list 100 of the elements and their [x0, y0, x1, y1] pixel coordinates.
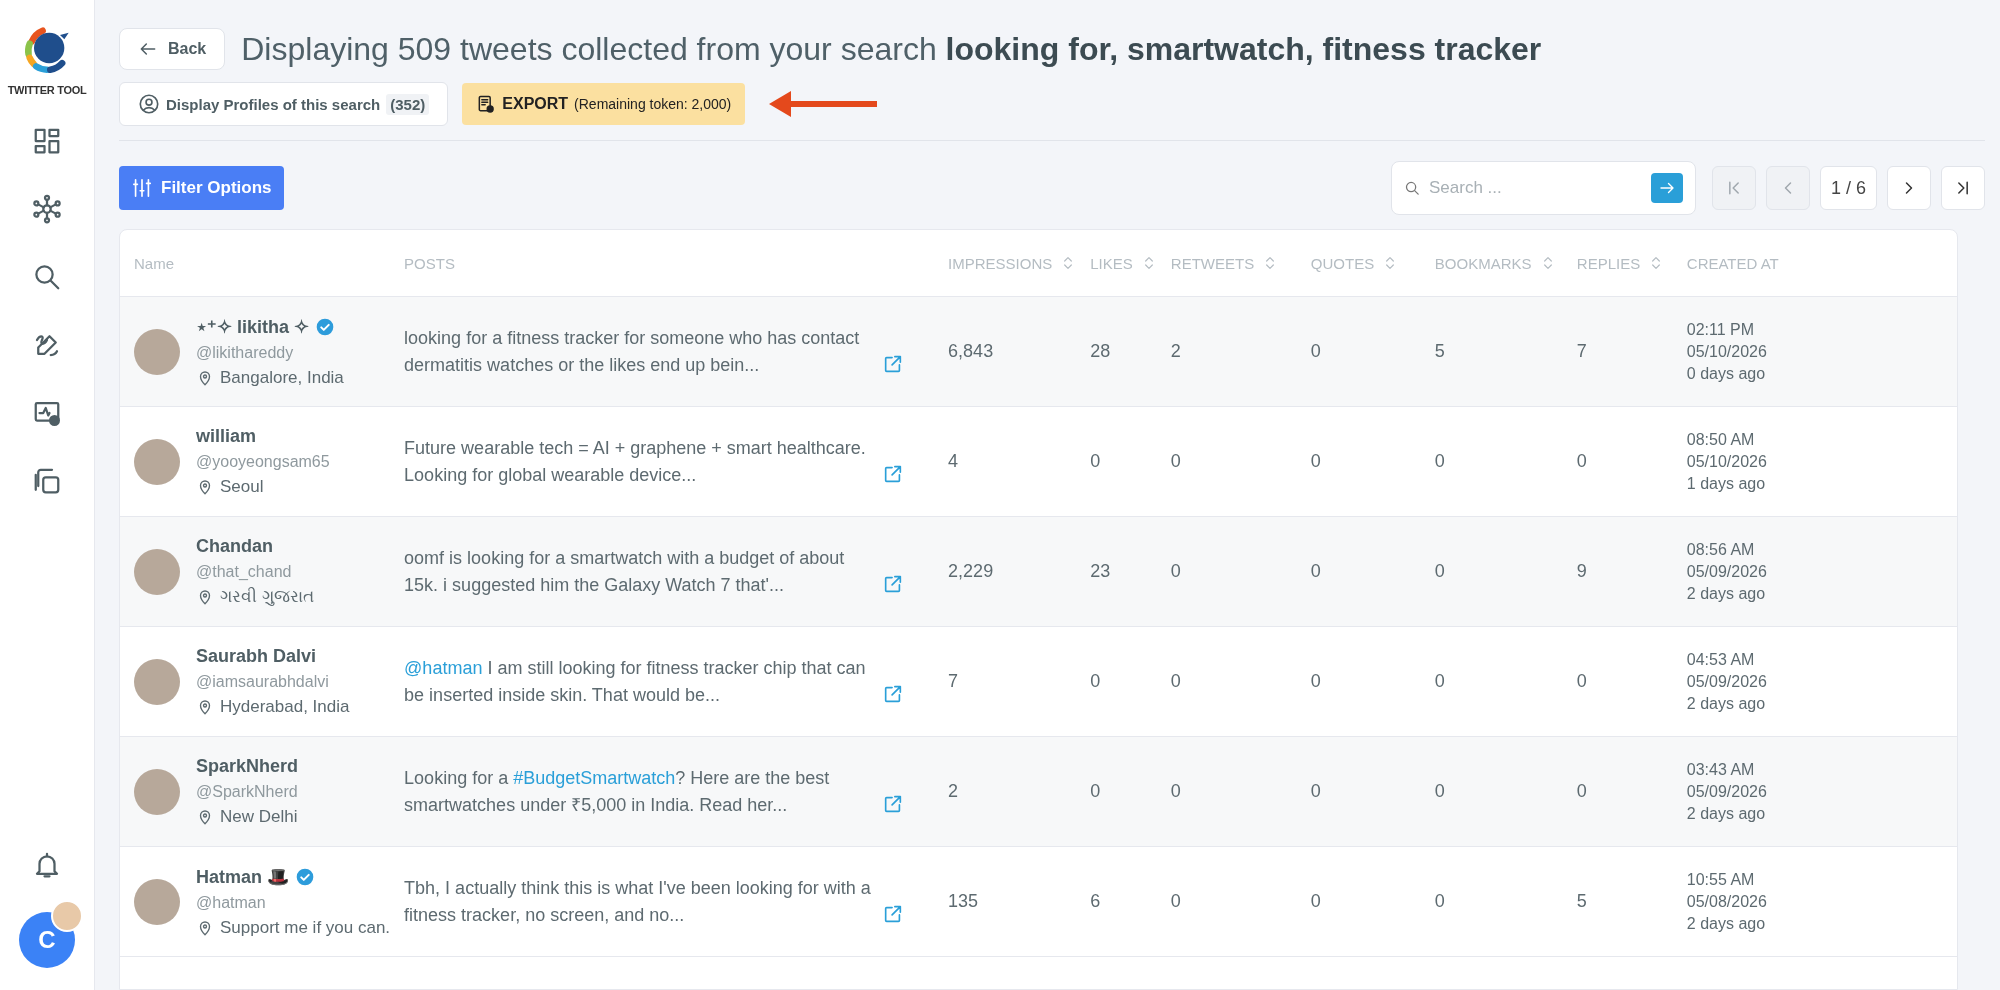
table-cell: 135 — [948, 891, 979, 911]
table-cell: 0 — [1434, 671, 1445, 691]
user-location: New Delhi — [220, 807, 298, 827]
table-cell: 2 — [1170, 341, 1181, 361]
post-text: Looking for a #BudgetSmartwatch? Here are the best smartwatches under ₹5,000 in India. Read her... — [404, 767, 831, 817]
table-cell: 0 — [1310, 671, 1321, 691]
table-cell: 7 — [948, 671, 959, 691]
user-location: Hyderabad, India — [220, 697, 350, 717]
table-cell: 0 — [1310, 561, 1321, 581]
table-cell: 0 — [1170, 561, 1181, 581]
nav-item[interactable] — [32, 126, 62, 156]
user-handle: @SparkNherd — [196, 783, 299, 801]
created-ago: 2 days ago — [1686, 584, 1767, 603]
sliders-icon — [131, 177, 153, 199]
user-location: ગરવી ગુજરાત — [220, 587, 314, 607]
user-name: Saurabh Dalvi — [196, 646, 317, 667]
created-ago: 0 days ago — [1686, 364, 1767, 383]
nav-item[interactable] — [32, 466, 62, 496]
table-cell: 0 — [1434, 451, 1445, 471]
column-header[interactable]: QUOTES — [1310, 254, 1375, 272]
logo-text: TWITTER TOOL — [7, 84, 87, 96]
search-submit-button[interactable] — [1650, 173, 1683, 203]
table-cell: 0 — [1170, 671, 1181, 691]
user-name: william — [196, 426, 257, 447]
user-name: Hatman 🎩 — [196, 865, 289, 888]
avatar-photo-placeholder — [134, 328, 180, 375]
table-cell: 0 — [1090, 451, 1101, 471]
table-cell: 9 — [1576, 561, 1587, 581]
table-cell: 2 — [948, 781, 959, 801]
column-header[interactable]: IMPRESSIONS — [948, 254, 1053, 272]
created-time: 08:50 AM — [1686, 430, 1756, 449]
search-input[interactable]: Search ... — [1426, 177, 1645, 199]
created-time: 03:43 AM — [1686, 760, 1756, 779]
table-cell: 5 — [1434, 341, 1445, 361]
table-cell: 0 — [1310, 891, 1321, 911]
user-name: Chandan — [196, 536, 273, 557]
export-button[interactable]: EXPORT (Remaining token: 2,000) — [462, 83, 746, 125]
column-header[interactable]: BOOKMARKS — [1434, 254, 1532, 272]
table-cell: 0 — [1090, 671, 1101, 691]
table-cell: 0 — [1310, 781, 1321, 801]
column-header: POSTS — [404, 254, 455, 272]
column-header[interactable]: LIKES — [1090, 254, 1133, 272]
post-link[interactable]: #BudgetSmartwatch — [513, 768, 676, 789]
table-cell: 0 — [1576, 781, 1587, 801]
table-cell: 0 — [1170, 451, 1181, 471]
profile-count: (352) — [386, 93, 430, 115]
table-cell: 7 — [1576, 341, 1587, 361]
table-cell: 0 — [1576, 451, 1587, 471]
user-circle-icon — [138, 93, 160, 115]
table-cell: 0 — [1434, 781, 1445, 801]
created-date: 05/08/2026 — [1686, 892, 1768, 911]
table-cell: 0 — [1170, 891, 1181, 911]
document-icon — [476, 94, 497, 114]
search-icon — [1403, 179, 1421, 197]
search-field[interactable]: Search ... — [1390, 161, 1696, 215]
nav-item[interactable] — [32, 194, 62, 224]
user-handle: @iamsaurabhdalvi — [196, 673, 330, 691]
avatar-photo-placeholder — [134, 658, 180, 705]
created-date: 05/09/2026 — [1686, 672, 1768, 691]
page-title: Displaying 509 tweets collected from your search looking for, smartwatch, fitness tracker — [241, 30, 1542, 68]
created-time: 08:56 AM — [1686, 540, 1756, 559]
page-indicator: 1 / 6 — [1819, 166, 1877, 210]
created-time: 04:53 AM — [1686, 650, 1756, 669]
created-date: 05/09/2026 — [1686, 562, 1768, 581]
post-text: looking for a fitness tracker for someone who has contact dermatitis watches or the likes end up bein... — [404, 327, 861, 377]
user-handle: @likithareddy — [196, 343, 295, 362]
grid-icon — [32, 126, 62, 156]
filter-options-button[interactable]: Filter Options — [119, 166, 284, 210]
created-date: 05/10/2026 — [1686, 452, 1768, 471]
post-text: @hatman I am still looking for fitness tracker chip that can be inserted inside skin. That would be... — [404, 657, 867, 707]
table-cell: 6 — [1090, 891, 1101, 911]
table-cell: 0 — [1170, 781, 1181, 801]
user-location: Seoul — [220, 477, 264, 497]
column-header: Name — [134, 254, 174, 272]
column-header[interactable]: REPLIES — [1576, 254, 1641, 272]
nav-item[interactable] — [32, 262, 62, 292]
display-profiles-button[interactable]: Display Profiles of this search (352) — [119, 82, 449, 126]
post-text: Tbh, I actually think this is what I've been looking for with a fitness tracker, no screen, and no... — [404, 877, 872, 927]
table-cell: 23 — [1090, 561, 1111, 581]
table-cell: 0 — [1310, 341, 1321, 361]
user-handle: @that_chand — [196, 563, 293, 581]
created-date: 05/09/2026 — [1686, 782, 1768, 801]
network-icon — [32, 194, 62, 224]
last-page-button[interactable] — [1941, 166, 1985, 210]
created-time: 02:11 PM — [1686, 320, 1756, 339]
created-ago: 2 days ago — [1686, 804, 1767, 823]
user-name: SparkNherd — [196, 756, 299, 777]
table-cell: 0 — [1310, 451, 1321, 471]
user-location: Bangalore, India — [220, 367, 344, 388]
table-cell: 0 — [1434, 561, 1445, 581]
created-time: 10:55 AM — [1686, 870, 1756, 889]
post-link[interactable]: @hatman — [404, 658, 483, 679]
search-icon — [32, 262, 62, 292]
avatar-photo-placeholder — [134, 768, 180, 815]
table-cell: 5 — [1576, 891, 1587, 911]
created-ago: 2 days ago — [1686, 694, 1767, 713]
post-text: oomf is looking for a smartwatch with a budget of about 15k. i suggested him the Galaxy Watch 7 that'... — [404, 547, 846, 597]
column-header[interactable]: RETWEETS — [1170, 254, 1255, 272]
created-ago: 1 days ago — [1686, 474, 1767, 493]
back-button[interactable]: Back — [119, 28, 226, 70]
